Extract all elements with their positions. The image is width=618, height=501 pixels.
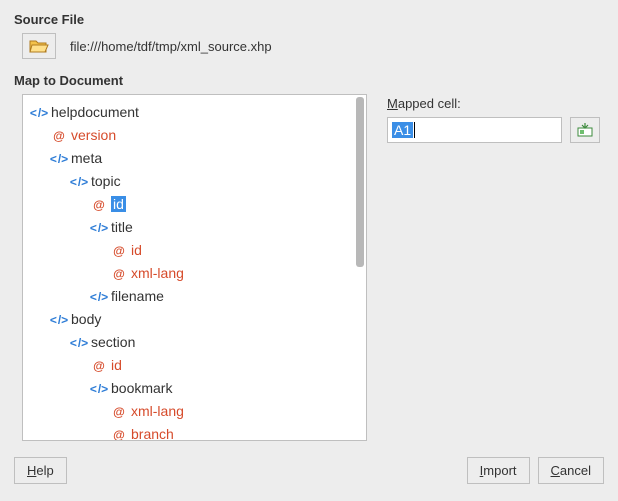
tree-node[interactable]: < />topic: [31, 170, 358, 193]
element-icon: < />: [71, 332, 87, 354]
element-icon: < />: [71, 171, 87, 193]
tree-node-label: id: [111, 357, 122, 373]
tree-node-label: body: [71, 311, 101, 327]
attribute-icon: @: [51, 125, 67, 147]
help-button[interactable]: Help: [14, 457, 67, 484]
element-icon: < />: [51, 148, 67, 170]
tree-node[interactable]: @xml-lang: [31, 262, 358, 285]
mapped-cell-panel: Mapped cell: A1: [387, 94, 604, 143]
attribute-icon: @: [111, 240, 127, 262]
tree-node[interactable]: < />title: [31, 216, 358, 239]
attribute-icon: @: [111, 424, 127, 441]
attribute-icon: @: [111, 263, 127, 285]
text-cursor: [414, 122, 415, 138]
folder-open-icon: [29, 38, 49, 54]
tree-node[interactable]: @xml-lang: [31, 400, 358, 423]
tree-node-label: id: [131, 242, 142, 258]
tree-scrollbar[interactable]: [356, 97, 364, 267]
xml-source-dialog: Source File file:///home/tdf/tmp/xml_sou…: [0, 0, 618, 496]
import-button[interactable]: Import: [467, 457, 530, 484]
tree-node-label: section: [91, 334, 135, 350]
tree-node[interactable]: < />bookmark: [31, 377, 358, 400]
tree-node[interactable]: @version: [31, 124, 358, 147]
tree-node[interactable]: @ branch: [31, 423, 358, 441]
element-icon: < />: [91, 217, 107, 239]
browse-source-button[interactable]: [22, 33, 56, 59]
element-icon: < />: [91, 378, 107, 400]
tree-node-label: topic: [91, 173, 121, 189]
map-to-document-heading: Map to Document: [14, 73, 604, 88]
tree-node[interactable]: @id: [31, 354, 358, 377]
tree-node[interactable]: @id: [31, 193, 358, 216]
attribute-icon: @: [111, 401, 127, 423]
shrink-reference-icon: [577, 123, 593, 137]
element-icon: < />: [31, 102, 47, 124]
element-icon: < />: [91, 286, 107, 308]
tree-node-label: branch: [131, 426, 174, 441]
source-file-path: file:///home/tdf/tmp/xml_source.xhp: [70, 39, 272, 54]
tree-node-label: id: [111, 196, 126, 212]
mapped-cell-input[interactable]: A1: [387, 117, 562, 143]
tree-node-label: meta: [71, 150, 102, 166]
tree-node[interactable]: @id: [31, 239, 358, 262]
attribute-icon: @: [91, 355, 107, 377]
tree-node[interactable]: < />body: [31, 308, 358, 331]
tree-node-label: filename: [111, 288, 164, 304]
mapped-cell-label: Mapped cell:: [387, 96, 604, 111]
source-file-heading: Source File: [14, 12, 604, 27]
tree-node-label: title: [111, 219, 133, 235]
tree-node-label: version: [71, 127, 116, 143]
tree-node-label: xml-lang: [131, 403, 184, 419]
tree-node[interactable]: < />meta: [31, 147, 358, 170]
tree-node[interactable]: < />filename: [31, 285, 358, 308]
xml-tree[interactable]: < />helpdocument@version< />meta< />topi…: [22, 94, 367, 441]
mapped-cell-value: A1: [392, 122, 413, 138]
attribute-icon: @: [91, 194, 107, 216]
tree-node-label: helpdocument: [51, 104, 139, 120]
tree-node[interactable]: < />helpdocument: [31, 101, 358, 124]
cancel-button[interactable]: Cancel: [538, 457, 604, 484]
dialog-footer: Help Import Cancel: [14, 457, 604, 484]
tree-node-label: xml-lang: [131, 265, 184, 281]
tree-node[interactable]: < />section: [31, 331, 358, 354]
source-file-row: file:///home/tdf/tmp/xml_source.xhp: [22, 33, 604, 59]
tree-node-label: bookmark: [111, 380, 172, 396]
element-icon: < />: [51, 309, 67, 331]
shrink-reference-button[interactable]: [570, 117, 600, 143]
